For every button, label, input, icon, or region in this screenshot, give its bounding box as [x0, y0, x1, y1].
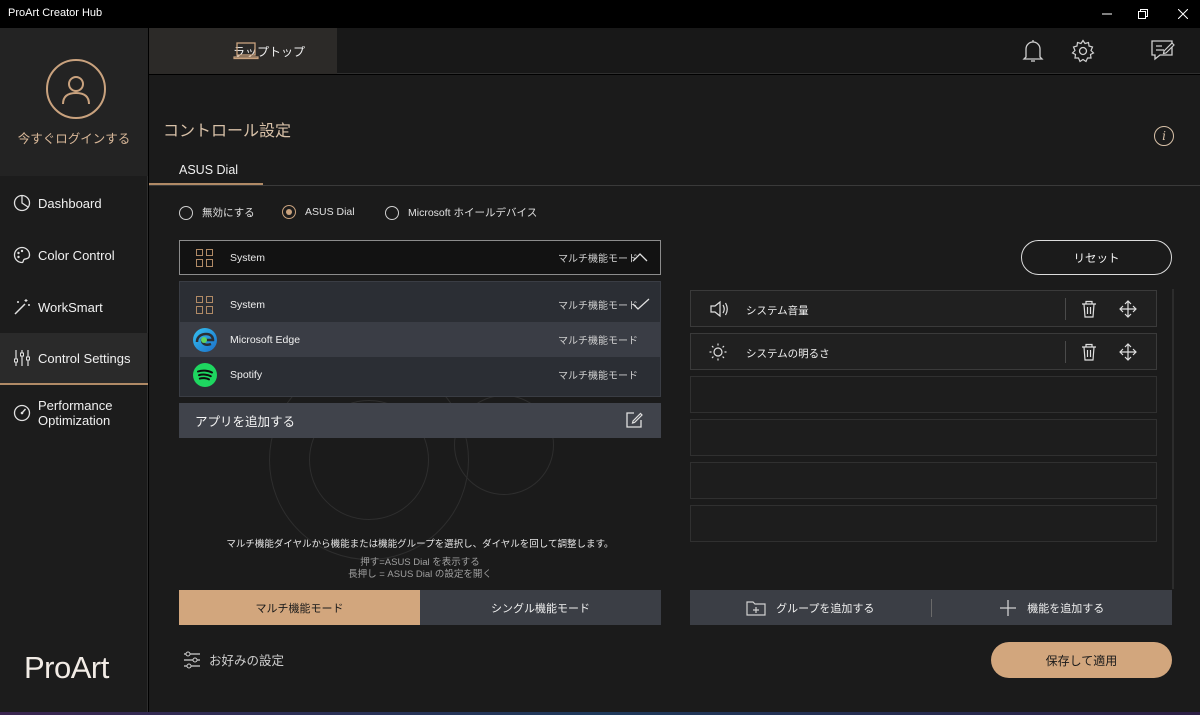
- sidebar-item-dashboard[interactable]: Dashboard: [0, 177, 148, 229]
- pie-chart-icon: [12, 193, 32, 213]
- palette-icon: [12, 245, 32, 265]
- profile-section[interactable]: 今すぐログインする: [0, 28, 148, 176]
- header-bar: ラップトップ: [149, 28, 1200, 74]
- dropdown-option-microsoft-edge[interactable]: Microsoft Edge マルチ機能モード: [180, 322, 660, 357]
- avatar-icon[interactable]: [46, 59, 106, 119]
- sidebar-item-label: Control Settings: [38, 350, 131, 366]
- brightness-icon: [709, 343, 727, 361]
- function-item-volume[interactable]: システム音量: [690, 290, 1157, 327]
- subtab-divider: [149, 185, 1200, 186]
- tab-underline: [149, 183, 263, 185]
- tab-asus-dial[interactable]: ASUS Dial: [179, 163, 238, 177]
- add-actions-bar: グループを追加する 機能を追加する: [690, 590, 1172, 625]
- help-text: マルチ機能ダイヤルから機能または機能グループを選択し、ダイヤルを回して調整します…: [226, 539, 614, 550]
- function-list: システム音量 システムの明るさ: [690, 289, 1174, 589]
- title-bar: ProArt Creator Hub: [0, 0, 1200, 28]
- main-content: コントロール設定 i ASUS Dial 無効にする ASUS Dial Mic…: [149, 75, 1200, 715]
- grid-icon: [196, 248, 214, 267]
- help-long-press-text: 長押し = ASUS Dial の設定を開く: [348, 569, 492, 580]
- sidebar: 今すぐログインする Dashboard Color Control WorkSm…: [0, 28, 148, 715]
- feedback-icon[interactable]: [1150, 38, 1176, 64]
- radio-button-checked[interactable]: [282, 205, 296, 219]
- grid-icon: [196, 295, 214, 314]
- sidebar-item-performance-optimization[interactable]: Performance Optimization: [0, 387, 148, 439]
- sliders-horizontal-icon: [183, 651, 201, 669]
- function-slot-empty[interactable]: [690, 419, 1157, 456]
- magic-wand-icon: [12, 297, 32, 317]
- trash-icon[interactable]: [1081, 300, 1097, 318]
- dropdown-option-system[interactable]: System マルチ機能モード: [180, 287, 660, 322]
- trash-icon[interactable]: [1081, 343, 1097, 361]
- proart-logo: ProArt: [24, 650, 109, 685]
- reset-button[interactable]: リセット: [1021, 240, 1172, 275]
- dropdown-option-spotify[interactable]: Spotify マルチ機能モード: [180, 357, 660, 392]
- info-icon[interactable]: i: [1154, 126, 1174, 146]
- spotify-icon: [192, 362, 218, 388]
- app-select-dropdown[interactable]: System マルチ機能モード: [179, 240, 661, 275]
- function-item-brightness[interactable]: システムの明るさ: [690, 333, 1157, 370]
- sidebar-item-control-settings[interactable]: Control Settings: [0, 333, 148, 385]
- function-slot-empty[interactable]: [690, 376, 1157, 413]
- mode-toggle: マルチ機能モード シングル機能モード: [179, 590, 661, 625]
- window-title: ProArt Creator Hub: [8, 7, 103, 19]
- sidebar-item-color-control[interactable]: Color Control: [0, 229, 148, 281]
- preferences-link[interactable]: お好みの設定: [183, 650, 284, 669]
- selected-app: System: [230, 251, 266, 264]
- function-slot-empty[interactable]: [690, 505, 1157, 542]
- laptop-icon: [233, 41, 259, 61]
- sidebar-item-label: Color Control: [38, 247, 115, 263]
- bell-icon[interactable]: [1020, 38, 1046, 64]
- close-button[interactable]: [1160, 0, 1200, 28]
- single-function-mode-button[interactable]: シングル機能モード: [420, 590, 661, 625]
- plus-icon: [999, 599, 1017, 617]
- edit-icon: [625, 411, 643, 429]
- dropdown-list: System マルチ機能モード Microsoft Edge マルチ機能モード …: [179, 281, 661, 397]
- tab-laptop[interactable]: ラップトップ: [149, 28, 337, 74]
- save-apply-button[interactable]: 保存して適用: [991, 642, 1172, 678]
- selected-mode: マルチ機能モード: [558, 254, 638, 265]
- function-slot-empty[interactable]: [690, 462, 1157, 499]
- move-icon[interactable]: [1119, 300, 1137, 318]
- checkmark-icon: [632, 298, 650, 310]
- add-function-button[interactable]: 機能を追加する: [932, 599, 1173, 617]
- folder-plus-icon: [746, 600, 766, 616]
- radio-button[interactable]: [179, 205, 193, 220]
- radio-asus-dial[interactable]: ASUS Dial: [282, 205, 355, 219]
- sidebar-item-worksmart[interactable]: WorkSmart: [0, 281, 148, 333]
- gauge-icon: [12, 403, 32, 423]
- page-title: コントロール設定: [163, 123, 292, 140]
- radio-disable[interactable]: 無効にする: [179, 205, 255, 220]
- sidebar-item-label: Performance Optimization: [38, 398, 113, 428]
- sidebar-item-label: Dashboard: [38, 195, 102, 211]
- divider: [1065, 341, 1066, 363]
- add-group-button[interactable]: グループを追加する: [690, 600, 931, 616]
- radio-button[interactable]: [385, 205, 399, 220]
- microsoft-edge-icon: [192, 327, 218, 353]
- sliders-icon: [12, 348, 32, 368]
- gear-icon[interactable]: [1070, 38, 1096, 64]
- login-link[interactable]: 今すぐログインする: [0, 128, 148, 147]
- radio-microsoft-wheel[interactable]: Microsoft ホイールデバイス: [385, 205, 537, 220]
- divider: [1065, 298, 1066, 320]
- speaker-icon: [709, 300, 729, 318]
- chevron-up-icon: [632, 252, 648, 262]
- sidebar-item-label: WorkSmart: [38, 299, 103, 315]
- add-app-button[interactable]: アプリを追加する: [179, 403, 661, 438]
- move-icon[interactable]: [1119, 343, 1137, 361]
- multi-function-mode-button[interactable]: マルチ機能モード: [179, 590, 420, 625]
